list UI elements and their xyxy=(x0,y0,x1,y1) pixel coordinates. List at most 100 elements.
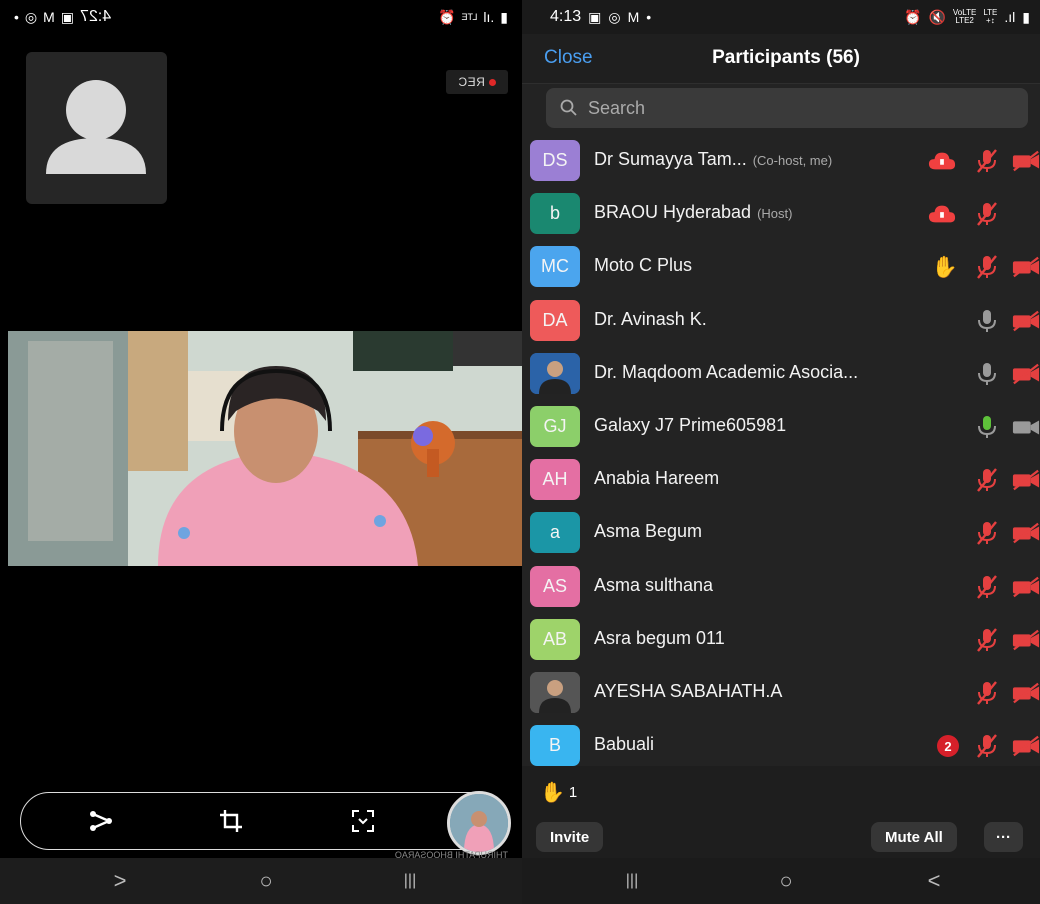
crop-icon[interactable] xyxy=(217,807,245,835)
search-icon xyxy=(560,99,577,116)
nav-home-button[interactable]: ○ xyxy=(756,858,816,904)
video-off-icon[interactable] xyxy=(1012,679,1040,707)
share-icon[interactable] xyxy=(87,807,115,835)
mic-muted-icon[interactable] xyxy=(973,573,1001,601)
participants-footer: ✋ 1 Invite Mute All ··· xyxy=(522,766,1040,858)
battery-icon: ▮ xyxy=(500,9,508,25)
mute-all-button[interactable]: Mute All xyxy=(871,822,957,852)
mic-muted-icon[interactable] xyxy=(973,732,1001,760)
system-nav-bar: ||| ○ < xyxy=(522,858,1040,904)
participant-row[interactable]: DA Dr. Avinash K. xyxy=(522,294,1040,347)
left-video-panel: ▮ .ıl LTE ⏰ 4:27 ▣ M ◎ • REC THIRUPATHI … xyxy=(0,0,522,904)
alarm-icon: ⏰ xyxy=(438,9,456,25)
scan-icon[interactable] xyxy=(349,807,377,835)
mic-muted-icon[interactable] xyxy=(973,626,1001,654)
video-off-icon[interactable] xyxy=(1012,147,1040,175)
whatsapp-icon: ◎ xyxy=(608,9,621,25)
participant-name-text: Dr. Maqdoom Academic Asocia... xyxy=(594,361,859,382)
lte-icon: LTE +↕ xyxy=(983,8,998,25)
nav-home-mirrored[interactable]: ○ xyxy=(236,858,296,904)
mic-muted-icon[interactable] xyxy=(973,147,1001,175)
video-off-icon[interactable] xyxy=(1012,626,1040,654)
dot-icon: • xyxy=(646,9,652,25)
mic-icon[interactable] xyxy=(973,360,1001,388)
participant-name: Asra begum 011 xyxy=(594,628,725,649)
avatar: b xyxy=(530,193,580,235)
status-time: 4:27 xyxy=(80,8,112,25)
participant-row[interactable]: AS Asma sulthana xyxy=(522,560,1040,613)
participant-row[interactable]: Dr. Maqdoom Academic Asocia... xyxy=(522,347,1040,400)
more-options-button[interactable]: ··· xyxy=(984,822,1023,852)
participant-name: Dr. Avinash K. xyxy=(594,309,707,330)
video-off-icon[interactable] xyxy=(1012,307,1040,335)
participant-row[interactable]: AB Asra begum 011 xyxy=(522,613,1040,666)
avatar: B xyxy=(530,725,580,767)
participant-name-text: Dr. Avinash K. xyxy=(594,308,707,329)
nav-back-mirrored[interactable]: < xyxy=(90,858,150,904)
video-off-icon[interactable] xyxy=(1012,519,1040,547)
gallery-icon: ▣ xyxy=(588,9,602,25)
video-off-icon[interactable] xyxy=(1012,360,1040,388)
search-input[interactable] xyxy=(588,97,988,119)
participants-header: Close Participants (56) xyxy=(522,34,1040,84)
participant-row[interactable]: AH Anabia Hareem xyxy=(522,453,1040,506)
mic-muted-icon[interactable] xyxy=(973,679,1001,707)
participant-name-text: Moto C Plus xyxy=(594,255,693,276)
participant-name-text: AYESHA SABAHATH.A xyxy=(594,680,783,701)
participant-row[interactable]: GJ Galaxy J7 Prime605981 xyxy=(522,400,1040,453)
participant-row[interactable]: MC Moto C Plus ✋ xyxy=(522,240,1040,293)
speaker-video[interactable] xyxy=(8,331,522,566)
participant-row[interactable]: a Asma Begum xyxy=(522,506,1040,559)
mic-icon[interactable] xyxy=(973,307,1001,335)
search-bar[interactable] xyxy=(546,88,1028,128)
invite-button[interactable]: Invite xyxy=(536,822,604,852)
participant-list: DS Dr Sumayya Tam... (Co-host, me) b BRAOU H… xyxy=(522,134,1040,772)
nav-recents-mirrored[interactable]: ||| xyxy=(380,858,440,904)
participant-name: Asma sulthana xyxy=(594,575,713,596)
participant-row[interactable]: b BRAOU Hyderabad (Host) xyxy=(522,187,1040,240)
alarm-icon: ⏰ xyxy=(904,9,922,25)
video-off-icon[interactable] xyxy=(1012,573,1040,601)
video-on-icon[interactable] xyxy=(1012,413,1040,441)
participant-row[interactable]: AYESHA SABAHATH.A xyxy=(522,666,1040,719)
mirrored-status-bar: ▮ .ıl LTE ⏰ 4:27 ▣ M ◎ • xyxy=(14,6,508,28)
gmail-icon: M xyxy=(627,9,640,25)
video-off-icon[interactable] xyxy=(1012,732,1040,760)
status-time: 4:13 xyxy=(550,8,582,25)
badge-count: 2 xyxy=(937,735,959,758)
nav-back-button[interactable]: < xyxy=(904,858,964,904)
video-off-icon[interactable] xyxy=(1012,253,1040,281)
participant-name: Dr. Maqdoom Academic Asocia... xyxy=(594,362,858,383)
mic-muted-icon[interactable] xyxy=(973,466,1001,494)
video-thumbnail[interactable] xyxy=(447,791,511,855)
participant-name-text: Galaxy J7 Prime605981 xyxy=(594,414,787,435)
gallery-icon: ▣ xyxy=(60,9,75,25)
participant-name-text: Anabia Hareem xyxy=(594,468,720,489)
self-video-tile[interactable] xyxy=(26,52,167,204)
participant-row[interactable]: B Babuali 2 xyxy=(522,719,1040,772)
participant-name: Asma Begum xyxy=(594,521,702,542)
mic-muted-icon[interactable] xyxy=(973,253,1001,281)
avatar xyxy=(530,671,580,713)
raised-hands-count[interactable]: ✋ 1 xyxy=(540,780,577,805)
avatar: AB xyxy=(530,618,580,660)
participant-row[interactable]: DS Dr Sumayya Tam... (Co-host, me) xyxy=(522,134,1040,187)
participant-name: Babuali xyxy=(594,734,654,755)
left-system-nav-bar: < ○ ||| xyxy=(0,858,522,904)
mic-speaking-icon[interactable] xyxy=(973,413,1001,441)
unread-chat-badge: 2 xyxy=(934,732,962,760)
mic-muted-icon[interactable] xyxy=(973,519,1001,547)
signal-icon: .ıl xyxy=(483,9,495,25)
mic-muted-icon[interactable] xyxy=(973,200,1001,228)
nav-recents-button[interactable]: ||| xyxy=(602,858,662,904)
video-off-icon[interactable] xyxy=(1012,466,1040,494)
status-bar: 4:13 ▣ ◎ M • ⏰ 🔇 VoLTE LTE2 LTE +↕ .ıl ▮ xyxy=(522,0,1040,34)
participant-name-text: Asma sulthana xyxy=(594,574,714,595)
participant-name: Moto C Plus xyxy=(594,255,692,276)
participant-name-text: Babuali xyxy=(594,734,655,755)
participant-role: (Co-host, me) xyxy=(752,153,833,168)
avatar: DA xyxy=(530,299,580,341)
participant-name-text: Asra begum 011 xyxy=(594,627,725,648)
gmail-icon: M xyxy=(43,9,55,25)
avatar-placeholder-icon xyxy=(46,80,146,174)
